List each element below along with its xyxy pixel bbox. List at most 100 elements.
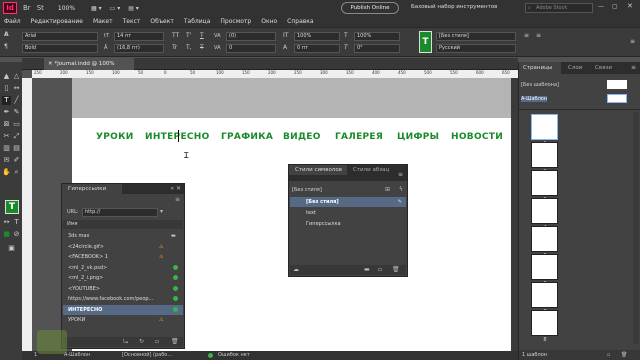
direct-selection-tool-icon[interactable]: △ xyxy=(12,72,21,81)
pages-scrollbar[interactable] xyxy=(633,112,639,344)
menu-table[interactable]: Таблица xyxy=(184,18,211,25)
baseline-shift-field[interactable]: 0 пт xyxy=(294,44,340,53)
publish-online-button[interactable]: Publish Online xyxy=(341,2,399,14)
workspace-switcher[interactable]: Базовый набор инструментов xyxy=(411,4,497,10)
page-thumbnail[interactable] xyxy=(531,254,558,280)
delete-style-icon[interactable]: 🗑 xyxy=(392,266,400,273)
font-size-field[interactable]: 14 пт xyxy=(114,32,164,41)
tab-links[interactable]: Связи xyxy=(591,62,616,74)
new-group-icon[interactable]: ⊞ xyxy=(385,186,390,193)
note-tool-icon[interactable]: ✉ xyxy=(2,156,11,165)
para-format-icon[interactable]: ¶ xyxy=(4,43,8,50)
kerning-field[interactable]: (0) xyxy=(226,32,276,41)
view-options-icon[interactable]: ▦ ▾ xyxy=(91,5,102,12)
page-thumbnail[interactable] xyxy=(531,114,558,140)
new-page-icon[interactable]: ▫ xyxy=(607,350,610,360)
hyperlink-row[interactable]: <ml_2_vk.psd> xyxy=(63,263,183,273)
align-right-icon[interactable]: ≡ xyxy=(536,32,541,39)
stock-icon[interactable]: St xyxy=(37,4,44,12)
url-field[interactable]: http:// xyxy=(82,208,158,217)
char-style-row[interactable]: text xyxy=(290,208,406,218)
eyedropper-tool-icon[interactable]: ✐ xyxy=(12,156,21,165)
char-format-icon[interactable]: A xyxy=(4,31,9,38)
align-left-icon[interactable]: ≡ xyxy=(524,32,529,39)
panel-menu-icon[interactable]: ≡ xyxy=(175,196,180,203)
gradient-feather-tool-icon[interactable]: ▤ xyxy=(12,144,21,153)
screen-mode-tool-icon[interactable]: ▣ xyxy=(7,244,16,253)
all-caps-button[interactable]: TT xyxy=(172,32,179,39)
transform-tool-icon[interactable]: ⤢ xyxy=(12,132,21,141)
master-select[interactable]: A-Шаблон xyxy=(64,352,90,358)
strikethrough-button[interactable]: T xyxy=(200,44,204,51)
hyperlink-row[interactable]: https://www.facebook.com/peop... xyxy=(63,294,183,304)
goto-source-icon[interactable]: ⤿ xyxy=(123,338,128,346)
bridge-icon[interactable]: Br xyxy=(23,4,31,12)
rectangle-tool-icon[interactable]: ▭ xyxy=(12,120,21,129)
close-button[interactable]: ✕ xyxy=(627,2,633,10)
apply-none-icon[interactable]: ⊘ xyxy=(12,230,21,239)
type-tool-icon[interactable]: T xyxy=(2,96,11,105)
swap-colors-icon[interactable]: ↔ xyxy=(2,218,11,227)
arrange-icon[interactable]: ▤ ▾ xyxy=(128,5,139,12)
update-link-icon[interactable]: ↻ xyxy=(139,338,144,345)
superscript-button[interactable]: T' xyxy=(186,32,191,39)
tab-layers[interactable]: Слои xyxy=(564,62,586,74)
maximize-button[interactable]: ▢ xyxy=(612,3,618,10)
url-dropdown-icon[interactable]: ▾ xyxy=(160,208,163,215)
hand-tool-icon[interactable]: ✋ xyxy=(2,168,11,177)
menu-edit[interactable]: Редактирование xyxy=(31,18,83,25)
nav-item-lessons[interactable]: УРОКИ xyxy=(96,132,134,142)
page-thumbnail[interactable] xyxy=(531,282,558,308)
tab-paragraph-styles[interactable]: Стили абзац xyxy=(349,165,393,175)
page-thumbnail[interactable] xyxy=(531,142,558,168)
edit-style-icon[interactable]: ✎ xyxy=(398,197,402,207)
rectangle-frame-tool-icon[interactable]: ⊠ xyxy=(2,120,11,129)
leading-field[interactable]: (16,8 пт) xyxy=(114,44,164,53)
skew-field[interactable]: 0° xyxy=(354,44,400,53)
panel-close-icon[interactable]: ✕ xyxy=(176,185,181,192)
horizontal-scale-field[interactable]: 100% xyxy=(354,32,400,41)
menu-object[interactable]: Объект xyxy=(150,18,173,25)
fill-swatch[interactable]: T xyxy=(419,31,432,53)
preflight-status[interactable]: Ошибок нет xyxy=(218,352,250,358)
page-thumbnail[interactable] xyxy=(531,198,558,224)
tracking-field[interactable]: 0 xyxy=(226,44,276,53)
lightning-icon[interactable]: ϟ xyxy=(399,186,403,193)
menu-help[interactable]: Справка xyxy=(287,18,313,25)
formatting-container-icon[interactable]: T xyxy=(12,218,21,227)
nav-item-news[interactable]: НОВОСТИ xyxy=(451,132,503,142)
underline-button[interactable]: T xyxy=(200,32,204,39)
new-style-icon[interactable]: ▫ xyxy=(378,266,382,273)
pen-tool-icon[interactable]: ✒ xyxy=(2,108,11,117)
pencil-tool-icon[interactable]: ✎ xyxy=(12,108,21,117)
menu-type[interactable]: Текст xyxy=(123,18,141,25)
tab-character-styles[interactable]: Стили символов xyxy=(289,165,347,175)
zoom-tool-icon[interactable]: ⌕ xyxy=(12,168,21,177)
page-thumbnail[interactable] xyxy=(531,310,558,336)
document-tab[interactable]: ✕ *Journal.indd @ 100% xyxy=(44,58,134,70)
hyperlink-row[interactable]: ИНТЕРЕСНО xyxy=(63,304,183,315)
hyperlink-row[interactable]: <FACEBOOK> 1 ⚠ xyxy=(63,252,183,262)
menu-layout[interactable]: Макет xyxy=(93,18,113,25)
font-style-select[interactable]: Bold xyxy=(22,44,98,53)
screen-mode-icon[interactable]: ▭ ▾ xyxy=(110,5,121,12)
page-tool-icon[interactable]: ▯ xyxy=(2,84,11,93)
char-style-row[interactable]: [Без стиля] ✎ xyxy=(290,197,406,207)
apply-color-icon[interactable]: ■ xyxy=(2,230,11,239)
collapse-icon[interactable]: « xyxy=(170,185,174,192)
zoom-select[interactable]: 100% xyxy=(58,5,75,12)
font-family-select[interactable]: Arial xyxy=(22,32,98,41)
new-hyperlink-icon[interactable]: ▫ xyxy=(155,338,159,345)
minimize-button[interactable]: — xyxy=(598,3,604,10)
menu-view[interactable]: Просмотр xyxy=(220,18,251,25)
vertical-scale-field[interactable]: 100% xyxy=(294,32,340,41)
hyperlink-row[interactable]: 3ds max ▬ xyxy=(63,231,183,241)
delete-page-icon[interactable]: 🗑 xyxy=(621,350,627,360)
delete-hyperlink-icon[interactable]: 🗑 xyxy=(171,338,179,345)
panel-menu-icon[interactable]: ≡ xyxy=(630,38,635,45)
hyperlink-row[interactable]: <YOUTUBE> xyxy=(63,284,183,294)
small-caps-button[interactable]: Tr xyxy=(172,44,177,51)
menu-window[interactable]: Окно xyxy=(261,18,277,25)
language-select[interactable]: Русский xyxy=(436,44,516,53)
char-style-select[interactable]: [Без стиля] xyxy=(436,32,516,41)
